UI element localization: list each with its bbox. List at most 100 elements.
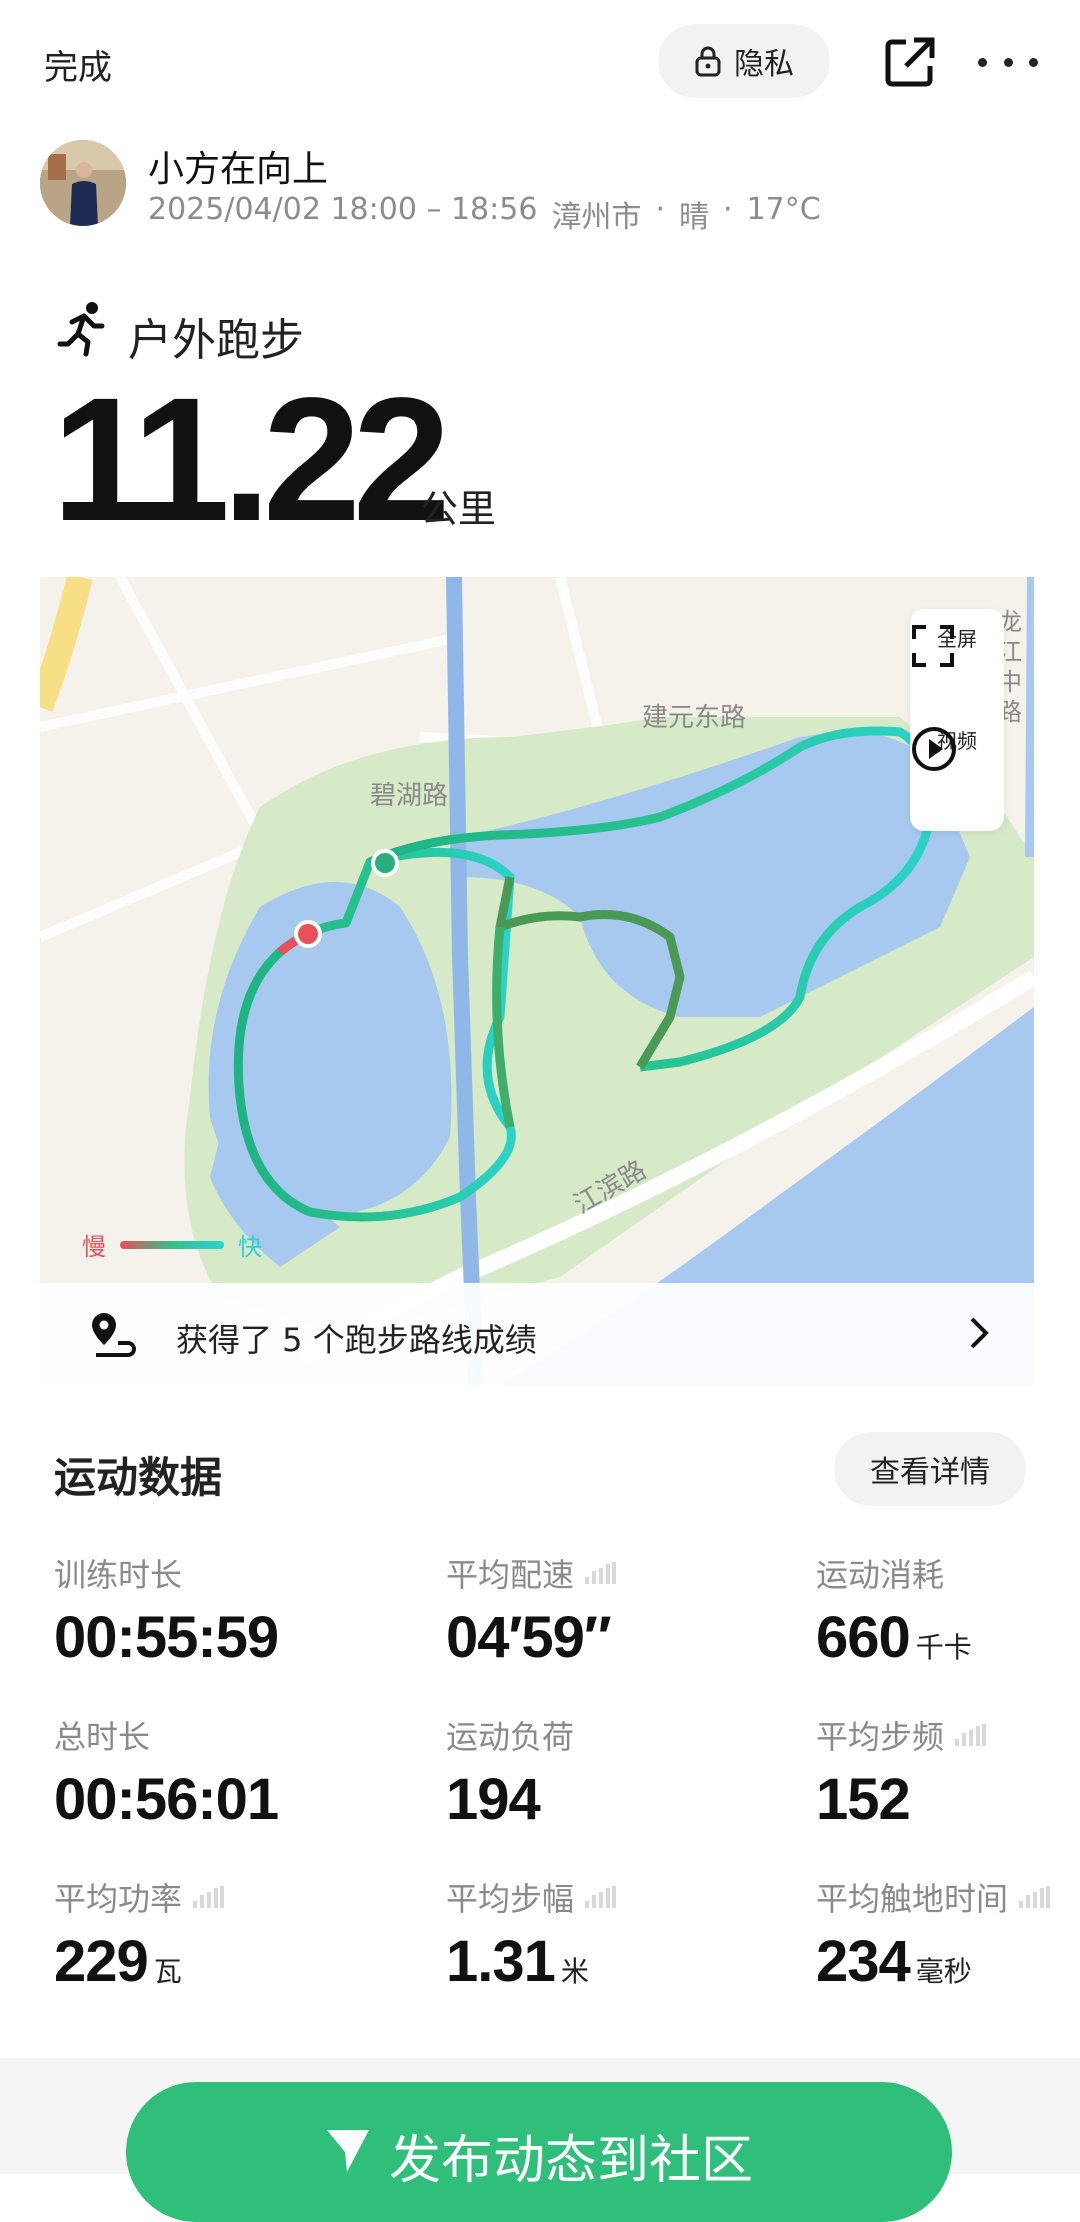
stat-label-text: 运动消耗 — [816, 1556, 945, 1594]
stat-value: 04′59″ — [446, 1604, 616, 1671]
distance-unit: 公里 — [420, 487, 497, 531]
stat-label: 平均触地时间 — [816, 1874, 1051, 1920]
map-controls: 全屏 视频 — [910, 609, 1004, 831]
fullscreen-button[interactable]: 全屏 — [910, 623, 1004, 667]
route-map[interactable]: 建元东路 碧湖路 江滨路 龙 江 中 路 全屏 视频 慢 快 获得了 5 个跑步… — [40, 577, 1034, 1385]
legend-gradient-bar — [120, 1240, 224, 1249]
chart-icon — [585, 1562, 617, 1584]
chart-icon — [1019, 1886, 1051, 1908]
stat-total-duration: 总时长 00:56:01 — [54, 1712, 279, 1833]
stat-label-text: 训练时长 — [54, 1556, 183, 1594]
stat-avg-power[interactable]: 平均功率 229 瓦 — [54, 1874, 225, 1995]
stat-label: 平均步幅 — [446, 1874, 617, 1920]
stat-label: 平均配速 — [446, 1550, 617, 1596]
stat-value: 194 — [446, 1766, 574, 1833]
stat-value: 152 — [816, 1766, 986, 1833]
stat-label: 运动负荷 — [446, 1712, 574, 1758]
stats-title: 运动数据 — [54, 1453, 223, 1502]
privacy-label: 隐私 — [734, 47, 794, 82]
stat-label: 总时长 — [54, 1712, 278, 1758]
stat-value-text: 229 — [54, 1929, 149, 1994]
stat-value-text: 660 — [816, 1605, 911, 1670]
temperature: 17°C — [746, 192, 821, 227]
fullscreen-icon — [912, 625, 954, 667]
stat-avg-cadence[interactable]: 平均步频 152 — [816, 1712, 987, 1833]
stat-unit: 毫秒 — [915, 1955, 972, 1988]
stat-label-text: 总时长 — [54, 1718, 151, 1756]
stat-value: 1.31 米 — [446, 1928, 616, 1995]
chart-icon — [193, 1886, 225, 1908]
username[interactable]: 小方在向上 — [148, 140, 328, 192]
stat-label-text: 平均功率 — [54, 1880, 183, 1918]
meta-separator: · — [722, 192, 733, 227]
video-button[interactable]: 视频 — [910, 725, 1004, 771]
done-button[interactable]: 完成 — [44, 40, 112, 89]
stat-value-text: 194 — [446, 1767, 541, 1832]
stat-label-text: 平均步频 — [816, 1718, 945, 1756]
stat-label: 平均功率 — [54, 1874, 225, 1920]
chevron-right-icon — [970, 1317, 989, 1349]
chart-icon — [585, 1886, 617, 1908]
play-icon — [912, 727, 956, 771]
running-icon — [57, 302, 105, 357]
map-graphic — [40, 577, 1034, 1385]
activity-meta: 2025/04/02 18:00 – 18:56 漳州市 · 晴 · 17°C — [148, 192, 821, 236]
avatar-photo — [40, 140, 126, 226]
stat-training-load: 运动负荷 194 — [446, 1712, 574, 1833]
road-label-jianyuan: 建元东路 — [642, 703, 747, 733]
lock-icon — [695, 46, 721, 77]
more-dot-icon — [1029, 57, 1038, 67]
stat-value: 229 瓦 — [54, 1928, 224, 1995]
view-details-button[interactable]: 查看详情 — [834, 1432, 1026, 1506]
activity-time: 2025/04/02 18:00 – 18:56 — [148, 192, 538, 227]
more-dot-icon — [1003, 57, 1013, 67]
stat-avg-ground-contact[interactable]: 平均触地时间 234 毫秒 — [816, 1874, 1051, 1995]
stat-avg-stride[interactable]: 平均步幅 1.31 米 — [446, 1874, 617, 1995]
stat-value-text: 152 — [816, 1767, 911, 1832]
share-icon — [885, 37, 935, 87]
stat-value-text: 00:56:01 — [54, 1767, 279, 1832]
stat-value-text: 1.31 — [446, 1929, 556, 1994]
publish-to-community-button[interactable]: 发布动态到社区 — [126, 2082, 952, 2222]
stat-value: 660 千卡 — [816, 1604, 972, 1671]
route-achievement-bar[interactable]: 获得了 5 个跑步路线成绩 — [40, 1283, 1034, 1385]
stat-label-text: 平均步幅 — [446, 1880, 575, 1918]
stat-label-text: 运动负荷 — [446, 1718, 575, 1756]
stat-value-text: 00:55:59 — [54, 1605, 279, 1670]
stat-label-text: 平均触地时间 — [816, 1880, 1009, 1918]
distance-value: 11.22 — [52, 362, 451, 558]
more-options-button[interactable] — [978, 34, 1038, 90]
stat-unit: 瓦 — [153, 1955, 182, 1988]
activity-type: 户外跑步 — [128, 315, 304, 366]
legend-fast: 快 — [238, 1233, 262, 1261]
stat-value: 00:55:59 — [54, 1604, 279, 1671]
route-achievement-text: 获得了 5 个跑步路线成绩 — [176, 1321, 537, 1359]
route-pin-icon — [92, 1313, 136, 1357]
stat-value-text: 234 — [816, 1929, 911, 1994]
more-dot-icon — [978, 57, 987, 67]
stat-label: 训练时长 — [54, 1550, 278, 1596]
pace-legend: 慢 快 — [82, 1227, 262, 1262]
road-label-bihu: 碧湖路 — [370, 781, 449, 811]
stat-label: 运动消耗 — [816, 1550, 972, 1596]
stat-label: 平均步频 — [816, 1712, 987, 1758]
meta-separator: · — [655, 192, 665, 227]
stat-value: 234 毫秒 — [816, 1928, 1050, 1995]
stat-value-text: 04′59″ — [446, 1605, 612, 1670]
stat-unit: 千卡 — [915, 1631, 972, 1664]
stat-label-text: 平均配速 — [446, 1556, 575, 1594]
stat-training-duration: 训练时长 00:55:59 — [54, 1550, 279, 1671]
stat-avg-pace[interactable]: 平均配速 04′59″ — [446, 1550, 617, 1671]
weather: 晴 — [678, 200, 709, 235]
stat-unit: 米 — [560, 1955, 589, 1988]
stat-calories: 运动消耗 660 千卡 — [816, 1550, 972, 1671]
chart-icon — [955, 1724, 987, 1746]
publish-label: 发布动态到社区 — [388, 2131, 753, 2191]
stat-value: 00:56:01 — [54, 1766, 279, 1833]
share-button[interactable] — [882, 34, 938, 90]
legend-slow: 慢 — [82, 1233, 106, 1261]
send-icon — [326, 2130, 369, 2172]
privacy-button[interactable]: 隐私 — [658, 24, 830, 98]
activity-city: 漳州市 — [551, 200, 642, 235]
avatar[interactable] — [40, 140, 126, 226]
